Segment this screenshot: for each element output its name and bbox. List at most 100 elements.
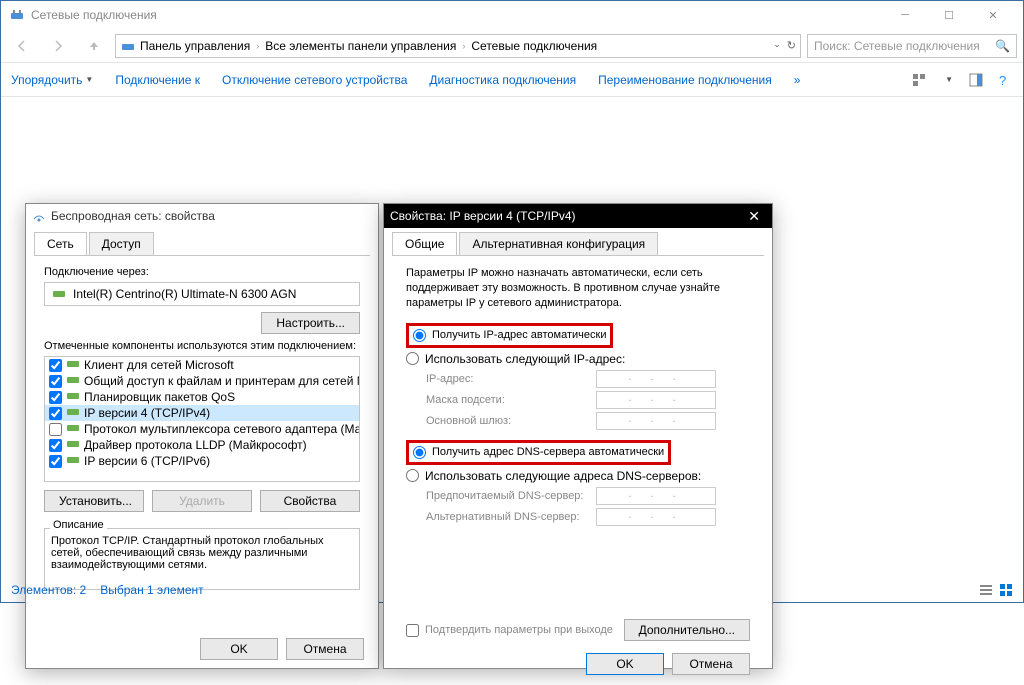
ok-button[interactable]: OK xyxy=(586,653,664,675)
ip-address-label: IP-адрес: xyxy=(426,373,596,385)
titlebar: Сетевые подключения ─ ☐ ✕ xyxy=(1,1,1023,29)
main-window: Сетевые подключения ─ ☐ ✕ Панель управле… xyxy=(0,0,1024,603)
subnet-label: Маска подсети: xyxy=(426,394,596,406)
close-button[interactable]: ✕ xyxy=(971,1,1015,29)
description-label: Описание xyxy=(50,519,107,531)
component-icon xyxy=(66,438,80,452)
toolbar-diagnose[interactable]: Диагностика подключения xyxy=(429,73,576,87)
dropdown-icon[interactable]: ⌄ xyxy=(773,39,781,52)
cancel-button[interactable]: Отмена xyxy=(286,638,364,660)
radio-dns-manual-label: Использовать следующие адреса DNS-сервер… xyxy=(425,469,701,483)
confirm-exit-checkbox[interactable] xyxy=(406,624,419,637)
component-label: Протокол мультиплексора сетевого адаптер… xyxy=(84,422,360,436)
tab-network[interactable]: Сеть xyxy=(34,232,87,255)
dialog-titlebar: Свойства: IP версии 4 (TCP/IPv4) ✕ xyxy=(384,204,772,228)
adapter-field: Intel(R) Centrino(R) Ultimate-N 6300 AGN xyxy=(44,282,360,306)
connect-via-label: Подключение через: xyxy=(44,266,360,278)
tab-general[interactable]: Общие xyxy=(392,232,457,255)
component-label: IP версии 6 (TCP/IPv6) xyxy=(84,454,210,468)
breadcrumb: Панель управления › Все элементы панели … xyxy=(140,39,597,53)
status-elements: Элементов: 2 xyxy=(11,583,86,597)
address-bar[interactable]: Панель управления › Все элементы панели … xyxy=(115,34,801,58)
subnet-input[interactable]: . . . xyxy=(596,391,716,409)
toolbar-rename[interactable]: Переименование подключения xyxy=(598,73,772,87)
minimize-button[interactable]: ─ xyxy=(883,1,927,29)
component-item[interactable]: Драйвер протокола LLDP (Майкрософт) xyxy=(45,437,359,453)
properties-button[interactable]: Свойства xyxy=(260,490,360,512)
dns-alt-input[interactable]: . . . xyxy=(596,508,716,526)
dialog-titlebar: Беспроводная сеть: свойства xyxy=(26,204,378,228)
component-item[interactable]: Протокол мультиплексора сетевого адаптер… xyxy=(45,421,359,437)
component-label: Планировщик пакетов QoS xyxy=(84,390,235,404)
component-checkbox[interactable] xyxy=(49,423,62,436)
dns-pref-input[interactable]: . . . xyxy=(596,487,716,505)
component-checkbox[interactable] xyxy=(49,439,62,452)
info-text: Параметры IP можно назначать автоматичес… xyxy=(406,266,750,311)
gateway-input[interactable]: . . . xyxy=(596,412,716,430)
radio-dns-auto-label: Получить адрес DNS-сервера автоматически xyxy=(432,446,664,458)
components-list[interactable]: Клиент для сетей MicrosoftОбщий доступ к… xyxy=(44,356,360,482)
cancel-button[interactable]: Отмена xyxy=(672,653,750,675)
install-button[interactable]: Установить... xyxy=(44,490,144,512)
tab-alternative[interactable]: Альтернативная конфигурация xyxy=(459,232,658,255)
component-checkbox[interactable] xyxy=(49,455,62,468)
help-icon[interactable]: ? xyxy=(999,73,1013,87)
adapter-name: Intel(R) Centrino(R) Ultimate-N 6300 AGN xyxy=(73,287,296,301)
toolbar-organize[interactable]: Упорядочить▼ xyxy=(11,73,93,87)
component-checkbox[interactable] xyxy=(49,407,62,420)
radio-ip-auto-label: Получить IP-адрес автоматически xyxy=(432,329,606,341)
component-icon xyxy=(66,390,80,404)
chevron-right-icon: › xyxy=(462,41,465,51)
toolbar-connect[interactable]: Подключение к xyxy=(115,73,200,87)
component-checkbox[interactable] xyxy=(49,391,62,404)
search-input[interactable]: Поиск: Сетевые подключения 🔍 xyxy=(807,34,1017,58)
ip-address-input[interactable]: . . . xyxy=(596,370,716,388)
app-icon xyxy=(9,7,25,23)
component-checkbox[interactable] xyxy=(49,375,62,388)
adapter-icon xyxy=(51,286,67,302)
wifi-icon xyxy=(32,209,46,223)
dns-pref-label: Предпочитаемый DNS-сервер: xyxy=(426,490,596,502)
radio-dns-manual[interactable] xyxy=(406,469,419,482)
component-item[interactable]: Общий доступ к файлам и принтерам для се… xyxy=(45,373,359,389)
nav-back-button[interactable] xyxy=(7,34,37,58)
radio-ip-manual-label: Использовать следующий IP-адрес: xyxy=(425,352,625,366)
breadcrumb-item[interactable]: Сетевые подключения xyxy=(471,39,597,53)
remove-button[interactable]: Удалить xyxy=(152,490,252,512)
radio-dns-auto[interactable] xyxy=(413,446,426,459)
view-details-icon[interactable] xyxy=(979,583,993,597)
dialog-title: Беспроводная сеть: свойства xyxy=(51,209,215,223)
advanced-button[interactable]: Дополнительно... xyxy=(624,619,750,641)
view-icon[interactable] xyxy=(912,73,926,87)
maximize-button[interactable]: ☐ xyxy=(927,1,971,29)
component-icon xyxy=(66,358,80,372)
preview-icon[interactable] xyxy=(969,73,983,87)
component-item[interactable]: Клиент для сетей Microsoft xyxy=(45,357,359,373)
component-item[interactable]: IP версии 4 (TCP/IPv4) xyxy=(45,405,359,421)
view-large-icon[interactable] xyxy=(999,583,1013,597)
radio-ip-auto[interactable] xyxy=(413,329,426,342)
toolbar: Упорядочить▼ Подключение к Отключение се… xyxy=(1,63,1023,97)
ok-button[interactable]: OK xyxy=(200,638,278,660)
configure-button[interactable]: Настроить... xyxy=(261,312,360,334)
breadcrumb-item[interactable]: Панель управления xyxy=(140,39,250,53)
search-placeholder: Поиск: Сетевые подключения xyxy=(814,39,980,53)
status-selected: Выбран 1 элемент xyxy=(100,583,203,597)
content-area: Беспроводная сеть: свойства Сеть Доступ … xyxy=(1,97,1023,578)
tab-access[interactable]: Доступ xyxy=(89,232,154,255)
component-label: Клиент для сетей Microsoft xyxy=(84,358,234,372)
component-item[interactable]: Планировщик пакетов QoS xyxy=(45,389,359,405)
address-icon xyxy=(120,38,136,54)
toolbar-disable[interactable]: Отключение сетевого устройства xyxy=(222,73,407,87)
nav-forward-button[interactable] xyxy=(43,34,73,58)
toolbar-more[interactable]: » xyxy=(794,73,801,87)
nav-up-button[interactable] xyxy=(79,34,109,58)
radio-ip-manual[interactable] xyxy=(406,352,419,365)
component-checkbox[interactable] xyxy=(49,359,62,372)
component-icon xyxy=(66,406,80,420)
close-icon[interactable]: ✕ xyxy=(742,208,766,225)
breadcrumb-item[interactable]: Все элементы панели управления xyxy=(265,39,456,53)
refresh-icon[interactable]: ↻ xyxy=(787,39,796,52)
component-item[interactable]: IP версии 6 (TCP/IPv6) xyxy=(45,453,359,469)
navbar: Панель управления › Все элементы панели … xyxy=(1,29,1023,63)
